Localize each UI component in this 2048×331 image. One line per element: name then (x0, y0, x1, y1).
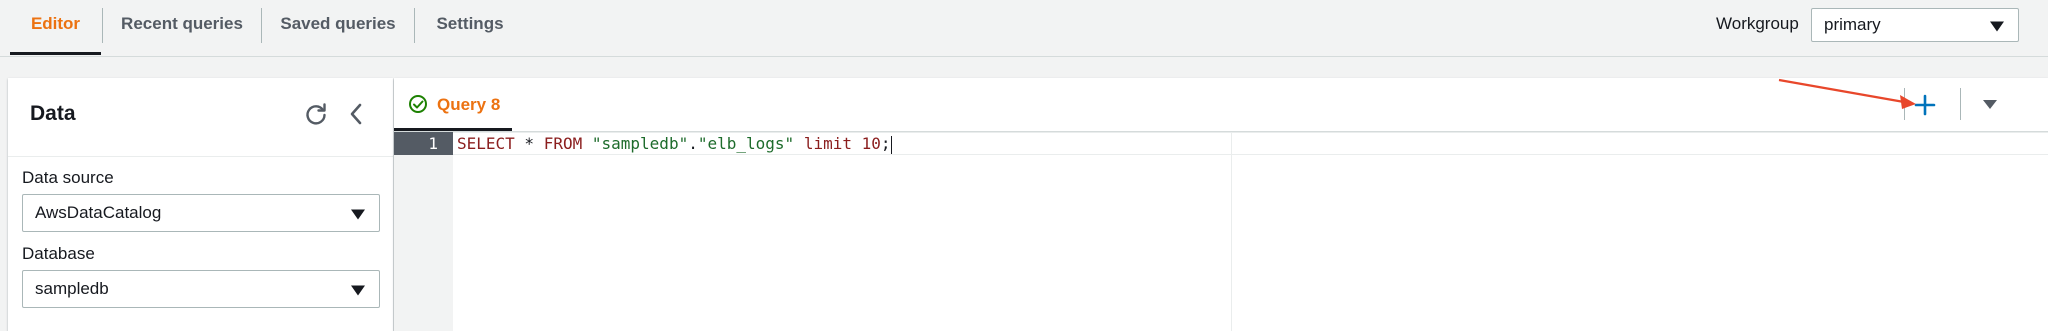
workgroup-select[interactable]: primary (1811, 8, 2019, 42)
collapse-panel-icon[interactable] (344, 101, 370, 127)
divider (8, 156, 393, 157)
database-select[interactable]: sampledb (22, 270, 380, 308)
sql-number: 10 (861, 134, 881, 153)
caret-down-icon (1990, 21, 2004, 32)
workgroup-label: Workgroup (1716, 14, 1799, 33)
tab-saved-queries[interactable]: Saved queries (272, 0, 404, 55)
sql-keyword: limit (803, 134, 852, 153)
sql-token: . (688, 134, 698, 153)
database-value: sampledb (35, 279, 109, 298)
sql-code-line[interactable]: SELECT * FROM "sampledb"."elb_logs" limi… (457, 134, 892, 154)
workgroup-value: primary (1824, 15, 1881, 34)
data-source-value: AwsDataCatalog (35, 203, 162, 222)
database-label: Database (22, 244, 95, 263)
sql-keyword: SELECT (457, 134, 515, 153)
active-tab-indicator (10, 52, 101, 55)
add-query-tab-button[interactable] (1910, 90, 1940, 120)
line-number: 1 (428, 134, 438, 153)
text-cursor (890, 135, 892, 154)
caret-down-icon (351, 209, 365, 220)
data-panel: Data Data source AwsDataCatalog Database… (8, 78, 393, 331)
tab-divider (102, 8, 103, 43)
divider (1904, 88, 1905, 120)
divider (1960, 88, 1961, 120)
tab-settings[interactable]: Settings (426, 0, 514, 55)
data-source-select[interactable]: AwsDataCatalog (22, 194, 380, 232)
print-margin (1231, 132, 1232, 331)
tab-recent-queries[interactable]: Recent queries (112, 0, 252, 55)
sql-string: "sampledb" (591, 134, 689, 153)
query-tab-label: Query 8 (437, 95, 501, 114)
top-tab-bar: Editor Recent queries Saved queries Sett… (0, 0, 2048, 58)
line-gutter (394, 132, 453, 331)
tab-menu-caret-icon[interactable] (1983, 100, 1997, 109)
data-source-label: Data source (22, 168, 114, 187)
query-editor: Query 8 1 SELECT * FROM "sampledb"."elb_… (394, 78, 2048, 331)
success-check-icon (409, 95, 427, 113)
caret-down-icon (351, 285, 365, 296)
tab-divider (414, 8, 415, 43)
sql-keyword: FROM (543, 134, 583, 153)
divider (0, 56, 2048, 57)
tab-editor[interactable]: Editor (10, 0, 101, 55)
tab-divider (261, 8, 262, 43)
sql-string: "elb_logs" (697, 134, 795, 153)
query-tab[interactable]: Query 8 (394, 78, 512, 130)
sql-token: * (514, 134, 544, 153)
panel-title: Data (30, 102, 76, 125)
sql-token: ; (880, 134, 891, 153)
refresh-icon[interactable] (303, 101, 329, 127)
